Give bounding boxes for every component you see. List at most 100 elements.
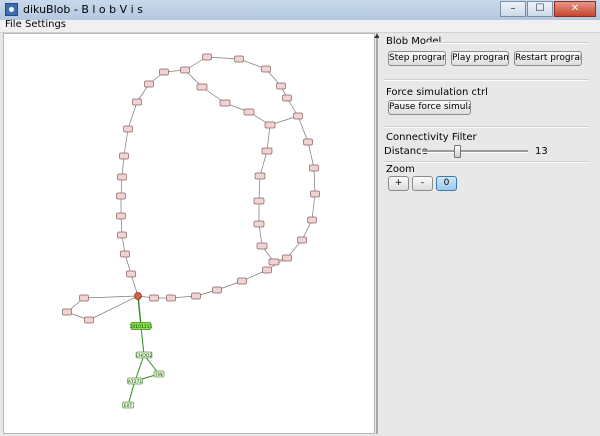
- section-divider: [427, 42, 589, 44]
- menu-settings[interactable]: Settings: [25, 19, 66, 30]
- connectivity-title: Connectivity Filter: [386, 132, 477, 143]
- app-icon: [5, 3, 18, 16]
- section-divider: [384, 79, 589, 81]
- window-title: dikuBlob - B l o b V i s: [23, 3, 143, 16]
- graph-node[interactable]: [309, 164, 319, 172]
- graph-node[interactable]: [261, 65, 271, 73]
- green-node[interactable]: FIN: [153, 370, 165, 378]
- pause-force-button[interactable]: Pause force simulation: [388, 100, 471, 115]
- graph-node[interactable]: [116, 192, 126, 200]
- window-controls: – ☐ ✕: [500, 1, 596, 17]
- graph-node[interactable]: [132, 98, 142, 106]
- graph-edge: [140, 325, 145, 356]
- graph-edge: [88, 295, 139, 321]
- graph-node[interactable]: [120, 250, 130, 258]
- graph-edge: [137, 295, 142, 327]
- graph-node[interactable]: [180, 66, 190, 74]
- graph-node[interactable]: [144, 80, 154, 88]
- node-label: CHOO2: [136, 353, 153, 359]
- graph-nodes: 10101111 CHOO2 A7271 EXT FIN: [62, 53, 320, 409]
- graph-node[interactable]: [219, 99, 231, 107]
- graph-node[interactable]: [303, 138, 313, 146]
- title-bar: dikuBlob - B l o b V i s – ☐ ✕: [0, 0, 600, 21]
- blob-graph[interactable]: 10101111 CHOO2 A7271 EXT FIN: [4, 34, 374, 433]
- graph-node[interactable]: [126, 270, 136, 278]
- graph-edge: [259, 150, 268, 177]
- distance-slider-thumb[interactable]: [454, 145, 461, 158]
- graph-node[interactable]: [117, 173, 127, 181]
- graph-node[interactable]: [253, 220, 265, 228]
- control-panel: Blob Model Step program Play program Res…: [379, 33, 596, 434]
- node-label: 10101111: [130, 324, 153, 330]
- graph-edge: [266, 124, 271, 152]
- graph-node[interactable]: [84, 316, 94, 324]
- graph-node[interactable]: [196, 83, 208, 91]
- restart-program-button[interactable]: Restart program: [514, 51, 582, 66]
- graph-node[interactable]: [202, 53, 212, 61]
- graph-node[interactable]: [212, 286, 222, 294]
- maximize-button[interactable]: ☐: [527, 1, 553, 17]
- green-node[interactable]: CHOO2: [135, 351, 153, 359]
- hub-node[interactable]: [134, 292, 142, 300]
- node-label: EXT: [124, 403, 133, 409]
- graph-node[interactable]: [307, 216, 317, 224]
- graph-node[interactable]: [256, 242, 268, 250]
- graph-edge: [123, 128, 129, 157]
- menu-bar: File Settings: [0, 19, 600, 33]
- graph-node[interactable]: [79, 294, 89, 302]
- node-label: FIN: [155, 372, 162, 378]
- distance-value: 13: [535, 146, 548, 157]
- graph-edges: [66, 56, 316, 406]
- menu-file[interactable]: File: [5, 19, 22, 30]
- minimize-button[interactable]: –: [500, 1, 526, 17]
- graph-node[interactable]: [234, 55, 244, 63]
- close-button[interactable]: ✕: [554, 1, 596, 17]
- graph-edge: [297, 115, 309, 143]
- force-sim-title: Force simulation ctrl: [386, 87, 488, 98]
- zoom-out-button[interactable]: -: [412, 176, 433, 191]
- graph-node[interactable]: [293, 112, 303, 120]
- graph-node[interactable]: [119, 152, 129, 160]
- zoom-title: Zoom: [386, 164, 415, 175]
- graph-node[interactable]: [276, 82, 286, 90]
- graph-node[interactable]: [264, 121, 276, 129]
- section-divider: [384, 161, 589, 163]
- play-program-button[interactable]: Play program: [451, 51, 509, 66]
- graph-edge: [258, 175, 261, 202]
- graph-edge: [313, 167, 316, 195]
- graph-node[interactable]: [262, 266, 272, 274]
- graph-node[interactable]: [166, 294, 176, 302]
- graph-node[interactable]: [149, 294, 159, 302]
- graph-node[interactable]: [253, 197, 265, 205]
- graph-node[interactable]: [62, 308, 72, 316]
- green-node[interactable]: EXT: [122, 401, 134, 409]
- distance-slider-track[interactable]: [422, 150, 528, 153]
- splitter[interactable]: [376, 33, 378, 434]
- graph-node[interactable]: [310, 190, 320, 198]
- graph-node[interactable]: [297, 236, 307, 244]
- zoom-in-button[interactable]: +: [388, 176, 409, 191]
- graph-node[interactable]: [282, 94, 292, 102]
- graph-node[interactable]: [159, 68, 169, 76]
- graph-node[interactable]: [191, 292, 201, 300]
- graph-node[interactable]: [117, 231, 127, 239]
- section-divider: [384, 126, 589, 128]
- graph-node[interactable]: [237, 277, 247, 285]
- green-node[interactable]: A7271: [127, 377, 143, 385]
- graph-node[interactable]: [268, 258, 280, 266]
- graph-node[interactable]: [243, 108, 255, 116]
- graph-node[interactable]: [261, 147, 273, 155]
- graph-node[interactable]: [116, 212, 126, 220]
- graph-edge: [311, 193, 316, 221]
- zoom-reset-button[interactable]: 0: [436, 176, 457, 191]
- node-label: A7271: [128, 379, 143, 385]
- graph-node[interactable]: [282, 254, 292, 262]
- active-node[interactable]: 10101111: [130, 322, 153, 331]
- graph-edge: [83, 295, 139, 299]
- step-program-button[interactable]: Step program: [388, 51, 446, 66]
- graph-edge: [127, 101, 138, 130]
- graph-node[interactable]: [254, 172, 266, 180]
- graph-edge: [307, 141, 315, 169]
- graph-node[interactable]: [123, 125, 133, 133]
- graph-canvas[interactable]: 10101111 CHOO2 A7271 EXT FIN: [3, 33, 375, 434]
